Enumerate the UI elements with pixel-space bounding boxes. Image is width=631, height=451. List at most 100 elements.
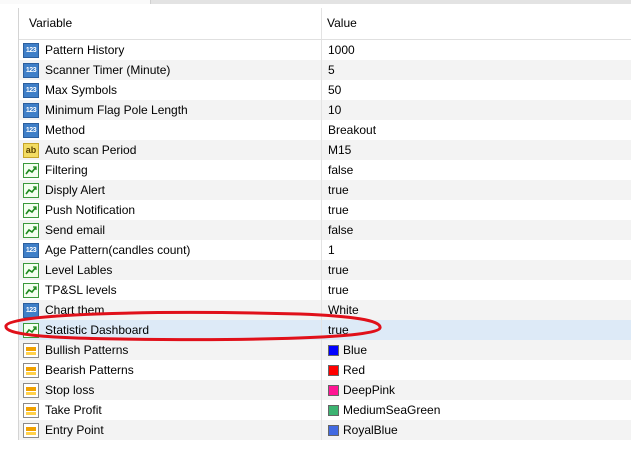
property-value: DeepPink <box>343 383 396 397</box>
boolean-icon <box>23 222 39 238</box>
number-icon: 123 <box>23 82 39 98</box>
property-row-stop-loss[interactable]: Stop loss DeepPink <box>19 380 631 400</box>
property-name-cell: 123 Chart them <box>19 300 322 320</box>
value-column-header[interactable]: Value <box>322 8 631 39</box>
property-name-cell: Bullish Patterns <box>19 340 322 360</box>
property-value-cell[interactable]: MediumSeaGreen <box>322 400 631 420</box>
property-value: Red <box>343 363 366 377</box>
property-value-cell[interactable]: DeepPink <box>322 380 631 400</box>
number-icon: 123 <box>23 302 39 318</box>
property-row-entry-point[interactable]: Entry Point RoyalBlue <box>19 420 631 440</box>
property-name-cell: Disply Alert <box>19 180 322 200</box>
property-name-cell: TP&SL levels <box>19 280 322 300</box>
property-row-pattern-history[interactable]: 123 Pattern History 1000 <box>19 40 631 60</box>
property-name-cell: Entry Point <box>19 420 322 440</box>
property-name: Bearish Patterns <box>45 363 134 377</box>
boolean-icon <box>23 282 39 298</box>
property-value-cell[interactable]: false <box>322 160 631 180</box>
property-name: TP&SL levels <box>45 283 117 297</box>
property-row-method[interactable]: 123 Method Breakout <box>19 120 631 140</box>
property-name-cell: Filtering <box>19 160 322 180</box>
property-name: Scanner Timer (Minute) <box>45 63 171 77</box>
property-value: Blue <box>343 343 368 357</box>
property-row-statistic-dashboard[interactable]: Statistic Dashboard true <box>19 320 631 340</box>
grid-rows: 123 Pattern History 1000 123 Scanner Timer (… <box>19 40 631 440</box>
property-row-level-lables[interactable]: Level Lables true <box>19 260 631 280</box>
property-name: Age Pattern(candles count) <box>45 243 191 257</box>
property-row-auto-scan-period[interactable]: ab Auto scan Period M15 <box>19 140 631 160</box>
property-row-filtering[interactable]: Filtering false <box>19 160 631 180</box>
number-icon: 123 <box>23 42 39 58</box>
color-icon <box>23 382 39 398</box>
color-swatch <box>328 424 339 436</box>
property-value-cell[interactable]: 1 <box>322 240 631 260</box>
property-row-take-profit[interactable]: Take Profit MediumSeaGreen <box>19 400 631 420</box>
property-name: Filtering <box>45 163 88 177</box>
property-value: true <box>328 183 349 197</box>
property-value: MediumSeaGreen <box>343 403 441 417</box>
property-value: true <box>328 283 349 297</box>
color-icon <box>23 422 39 438</box>
property-row-tp-sl-levels[interactable]: TP&SL levels true <box>19 280 631 300</box>
property-name: Pattern History <box>45 43 125 57</box>
property-value: true <box>328 203 349 217</box>
property-value-cell[interactable]: true <box>322 180 631 200</box>
property-name: Bullish Patterns <box>45 343 129 357</box>
property-value-cell[interactable]: false <box>322 220 631 240</box>
property-value-cell[interactable]: Breakout <box>322 120 631 140</box>
number-icon: 123 <box>23 122 39 138</box>
property-name-cell: Bearish Patterns <box>19 360 322 380</box>
property-row-minimum-flag-pole-length[interactable]: 123 Minimum Flag Pole Length 10 <box>19 100 631 120</box>
property-value-cell[interactable]: Blue <box>322 340 631 360</box>
property-name-cell: 123 Method <box>19 120 322 140</box>
property-row-push-notification[interactable]: Push Notification true <box>19 200 631 220</box>
variable-column-header[interactable]: Variable <box>19 8 322 39</box>
property-name-cell: Stop loss <box>19 380 322 400</box>
property-name: Push Notification <box>45 203 136 217</box>
property-value-cell[interactable]: true <box>322 200 631 220</box>
property-row-send-email[interactable]: Send email false <box>19 220 631 240</box>
property-value-cell[interactable]: true <box>322 320 631 340</box>
boolean-icon <box>23 262 39 278</box>
property-value: true <box>328 323 349 337</box>
boolean-icon <box>23 182 39 198</box>
boolean-icon <box>23 162 39 178</box>
property-name-cell: 123 Pattern History <box>19 40 322 60</box>
property-name: Send email <box>45 223 106 237</box>
property-row-bearish-patterns[interactable]: Bearish Patterns Red <box>19 360 631 380</box>
number-icon: 123 <box>23 242 39 258</box>
property-name: Take Profit <box>45 403 102 417</box>
property-name: Auto scan Period <box>45 143 137 157</box>
property-value-cell[interactable]: 10 <box>322 100 631 120</box>
property-value-cell[interactable]: 1000 <box>322 40 631 60</box>
color-swatch <box>328 364 339 376</box>
property-row-chart-them[interactable]: 123 Chart them White <box>19 300 631 320</box>
property-name-cell: 123 Minimum Flag Pole Length <box>19 100 322 120</box>
property-row-max-symbols[interactable]: 123 Max Symbols 50 <box>19 80 631 100</box>
property-row-scanner-timer-minute[interactable]: 123 Scanner Timer (Minute) 5 <box>19 60 631 80</box>
color-swatch <box>328 404 339 416</box>
property-value: true <box>328 263 349 277</box>
active-tab[interactable] <box>0 0 151 4</box>
property-value: 50 <box>328 83 342 97</box>
property-value-cell[interactable]: Red <box>322 360 631 380</box>
property-value-cell[interactable]: White <box>322 300 631 320</box>
property-name-cell: Take Profit <box>19 400 322 420</box>
property-row-bullish-patterns[interactable]: Bullish Patterns Blue <box>19 340 631 360</box>
number-icon: 123 <box>23 102 39 118</box>
property-name-cell: Level Lables <box>19 260 322 280</box>
property-name-cell: 123 Max Symbols <box>19 80 322 100</box>
property-name-cell: Statistic Dashboard <box>19 320 322 340</box>
property-row-age-pattern-candles-count[interactable]: 123 Age Pattern(candles count) 1 <box>19 240 631 260</box>
property-name: Minimum Flag Pole Length <box>45 103 188 117</box>
property-value-cell[interactable]: M15 <box>322 140 631 160</box>
property-value-cell[interactable]: RoyalBlue <box>322 420 631 440</box>
property-value-cell[interactable]: true <box>322 280 631 300</box>
property-name-cell: Push Notification <box>19 200 322 220</box>
property-row-disply-alert[interactable]: Disply Alert true <box>19 180 631 200</box>
property-value-cell[interactable]: 5 <box>322 60 631 80</box>
property-name-cell: 123 Age Pattern(candles count) <box>19 240 322 260</box>
property-value: 5 <box>328 63 335 77</box>
property-value-cell[interactable]: true <box>322 260 631 280</box>
property-value-cell[interactable]: 50 <box>322 80 631 100</box>
